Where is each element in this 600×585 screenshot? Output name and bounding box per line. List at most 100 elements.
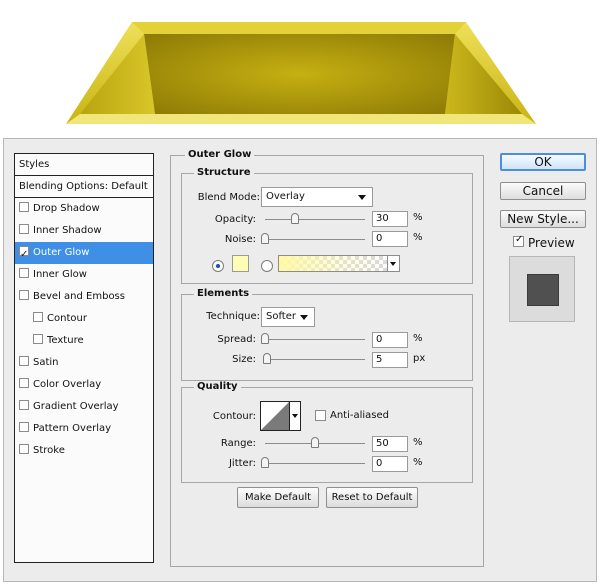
preview-swatch [527,274,559,306]
size-input[interactable]: 5 [372,352,408,368]
style-item-inner-shadow[interactable]: Inner Shadow [15,220,153,242]
new-style-button[interactable]: New Style... [500,210,586,228]
style-item-outer-glow[interactable]: Outer Glow [15,242,153,266]
opacity-label: Opacity: [214,214,256,225]
gradient-dropdown-button[interactable] [388,255,400,272]
blending-options-item[interactable]: Blending Options: Default [15,176,153,198]
style-item-drop-shadow[interactable]: Drop Shadow [15,198,153,220]
spread-slider-thumb[interactable] [261,333,269,344]
anti-aliased-checkbox[interactable] [315,410,326,421]
jitter-input[interactable]: 0 [372,456,408,472]
anti-aliased-label: Anti-aliased [330,410,390,421]
cancel-button[interactable]: Cancel [500,182,586,200]
opacity-slider-thumb[interactable] [291,213,299,224]
style-item-contour[interactable]: Contour [15,308,153,330]
layer-style-dialog: Styles Blending Options: Default Drop Sh… [3,138,597,582]
structure-title: Structure [194,167,254,178]
solid-color-radio[interactable] [212,260,224,272]
style-item-gradient-overlay[interactable]: Gradient Overlay [15,396,153,418]
style-checkbox[interactable] [19,202,29,212]
linear-contour-icon [261,402,289,430]
size-label: Size: [232,354,256,365]
glow-color-swatch[interactable] [232,255,249,272]
structure-group: Structure Blend Mode: Overlay Opacity: 3… [181,167,473,284]
gold-top-wall [132,22,466,34]
preview-thumbnail [509,256,575,322]
opacity-slider-track[interactable] [265,219,365,220]
noise-unit: % [413,232,423,243]
contour-picker[interactable] [260,401,290,431]
style-checkbox[interactable] [19,290,29,300]
style-checkbox[interactable] [19,378,29,388]
outer-glow-title: Outer Glow [185,149,255,160]
chevron-down-icon [390,262,396,266]
gradient-radio[interactable] [261,260,273,272]
chevron-down-icon [292,414,298,418]
technique-value: Softer [266,311,296,322]
jitter-label: Jitter: [228,458,256,469]
style-checkbox[interactable] [33,334,43,344]
style-item-satin[interactable]: Satin [15,352,153,374]
jitter-slider-thumb[interactable] [261,457,269,468]
style-item-label: Color Overlay [33,379,102,390]
opacity-unit: % [413,212,423,223]
technique-dropdown[interactable]: Softer [261,307,315,327]
style-checkbox[interactable] [33,312,43,322]
quality-title: Quality [194,381,241,392]
style-item-label: Bevel and Emboss [33,291,125,302]
preview-label: Preview [528,236,575,250]
contour-label: Contour: [212,411,256,422]
style-checkbox[interactable] [19,244,29,266]
style-checkbox[interactable] [19,444,29,454]
blend-mode-dropdown[interactable]: Overlay [261,187,373,207]
styles-list: Styles Blending Options: Default Drop Sh… [14,153,154,563]
style-checkbox[interactable] [19,422,29,432]
gradient-picker[interactable] [278,255,388,272]
style-item-inner-glow[interactable]: Inner Glow [15,264,153,286]
range-label: Range: [220,438,256,449]
style-item-label: Pattern Overlay [33,423,112,434]
style-item-label: Stroke [33,445,65,456]
style-item-label: Inner Shadow [33,225,102,236]
chevron-down-icon [300,315,308,320]
technique-label: Technique: [206,311,260,322]
style-item-label: Drop Shadow [33,203,100,214]
range-unit: % [413,437,423,448]
style-checkbox[interactable] [19,400,29,410]
style-checkbox[interactable] [19,356,29,366]
spread-input[interactable]: 0 [372,332,408,348]
blend-mode-value: Overlay [266,191,305,202]
style-item-color-overlay[interactable]: Color Overlay [15,374,153,396]
style-item-pattern-overlay[interactable]: Pattern Overlay [15,418,153,440]
noise-input[interactable]: 0 [372,231,408,247]
style-item-stroke[interactable]: Stroke [15,440,153,462]
style-item-label: Contour [47,313,87,324]
range-input[interactable]: 50 [372,436,408,452]
reset-to-default-button[interactable]: Reset to Default [326,487,418,508]
chevron-down-icon [358,195,366,200]
noise-slider-thumb[interactable] [261,233,269,244]
spread-unit: % [413,333,423,344]
checkmark-icon: ✓ [515,234,524,245]
size-slider-thumb[interactable] [263,353,271,364]
size-unit: px [413,353,426,364]
size-slider-track[interactable] [265,359,365,360]
opacity-input[interactable]: 30 [372,211,408,227]
elements-group: Elements Technique: Softer Spread: 0 % S… [181,288,473,381]
preview-checkbox[interactable]: ✓ [513,234,524,247]
spread-slider-track[interactable] [265,339,365,340]
range-slider-thumb[interactable] [311,437,319,448]
contour-dropdown-button[interactable] [290,401,301,431]
jitter-slider-track[interactable] [265,463,365,464]
style-item-texture[interactable]: Texture [15,330,153,352]
blend-mode-label: Blend Mode: [197,192,260,203]
noise-label: Noise: [224,234,256,245]
make-default-button[interactable]: Make Default [237,487,319,508]
ok-button[interactable]: OK [500,153,586,171]
style-checkbox[interactable] [19,224,29,234]
style-item-bevel-and-emboss[interactable]: Bevel and Emboss [15,286,153,308]
styles-header[interactable]: Styles [15,154,153,176]
style-item-label: Texture [47,335,84,346]
style-checkbox[interactable] [19,268,29,278]
noise-slider-track[interactable] [265,239,365,240]
